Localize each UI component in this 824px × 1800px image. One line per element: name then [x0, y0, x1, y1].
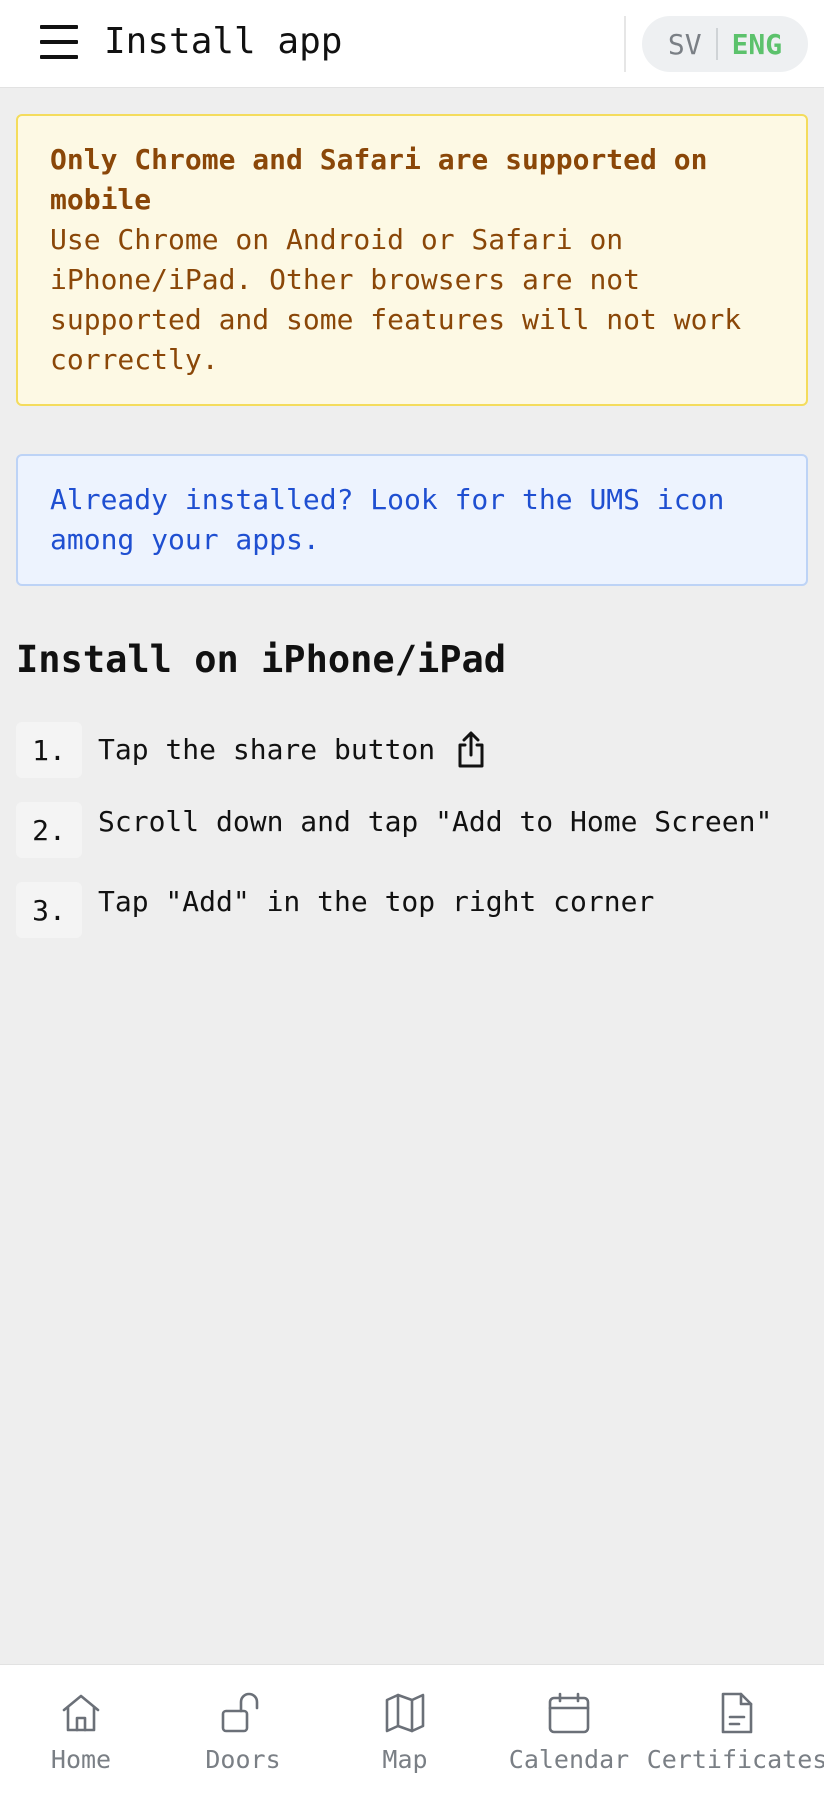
nav-label: Certificates — [646, 1745, 824, 1774]
language-option-sv[interactable]: SV — [654, 28, 716, 61]
bottom-navigation: Home Doors Map Calendar Certificates — [0, 1664, 824, 1800]
nav-item-home[interactable]: Home — [6, 1689, 156, 1774]
nav-item-certificates[interactable]: Certificates — [647, 1689, 824, 1774]
nav-item-map[interactable]: Map — [330, 1689, 480, 1774]
install-step: 1. Tap the share button — [16, 722, 487, 778]
nav-label: Doors — [205, 1745, 281, 1774]
step-number: 3. — [16, 882, 82, 938]
home-icon — [62, 1694, 100, 1732]
already-installed-notice: Already installed? Look for the UMS icon… — [16, 454, 808, 586]
install-step: 2. Scroll down and tap "Add to Home Scre… — [16, 802, 772, 858]
step-number: 1. — [16, 722, 82, 778]
share-icon — [458, 731, 484, 768]
menu-bar — [40, 40, 78, 44]
map-icon — [385, 1693, 425, 1733]
warning-title: Only Chrome and Safari are supported on … — [50, 143, 708, 216]
calendar-icon — [548, 1692, 590, 1734]
document-icon — [721, 1692, 753, 1734]
step-text: Tap the share button — [98, 733, 436, 766]
app-header: Install app SV ENG — [0, 0, 824, 88]
nav-item-calendar[interactable]: Calendar — [494, 1689, 644, 1774]
step-text: Tap "Add" in the top right corner — [98, 885, 655, 918]
language-toggle: SV ENG — [642, 16, 808, 72]
language-option-eng[interactable]: ENG — [718, 28, 797, 61]
nav-label: Home — [50, 1745, 112, 1774]
unlocked-padlock-icon — [221, 1692, 259, 1733]
menu-bar — [40, 55, 78, 59]
step-text: Scroll down and tap "Add to Home Screen" — [98, 805, 773, 838]
step-text-wrap: Tap the share button — [98, 730, 487, 770]
page-title: Install app — [104, 21, 343, 62]
install-step: 3. Tap "Add" in the top right corner — [16, 882, 654, 938]
browser-warning-banner: Only Chrome and Safari are supported on … — [16, 114, 808, 406]
header-divider — [624, 16, 626, 72]
nav-label: Calendar — [508, 1745, 630, 1774]
nav-label: Map — [382, 1745, 428, 1774]
nav-item-doors[interactable]: Doors — [168, 1689, 318, 1774]
warning-body: Use Chrome on Android or Safari on iPhon… — [50, 223, 742, 376]
install-section-title: Install on iPhone/iPad — [16, 638, 507, 681]
hamburger-menu-icon[interactable] — [40, 22, 80, 62]
menu-bar — [40, 25, 78, 29]
step-number: 2. — [16, 802, 82, 858]
